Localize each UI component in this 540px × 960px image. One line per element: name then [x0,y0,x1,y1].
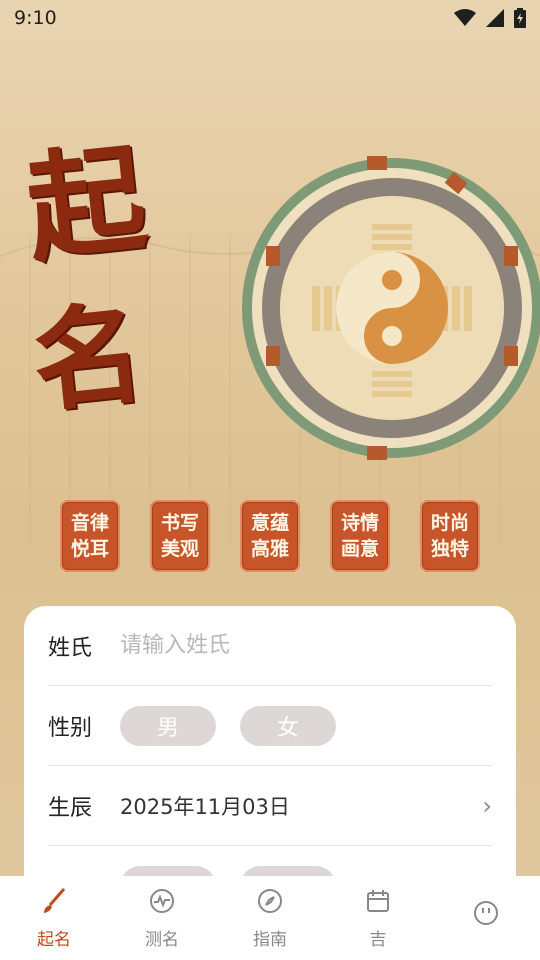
birth-date-value[interactable]: 2025年11月03日 [120,791,290,821]
tab-label: 测名 [145,929,179,950]
naming-form-card: 姓氏 性别 男 女 生辰 2025年11月03日 › [24,606,516,906]
signal-icon [486,9,504,27]
bagua-yinyang-emblem [242,156,540,460]
tab-profile[interactable] [432,899,540,937]
pulse-chart-icon [148,887,176,919]
title-char-qi: 起 [20,128,153,279]
feature-badge: 诗情 画意 [330,500,390,572]
feature-line: 悦耳 [70,538,109,560]
battery-charging-icon [514,8,526,28]
feature-line: 书写 [160,512,199,534]
feature-badges: 音律 悦耳 书写 美观 意蕴 高雅 诗情 画意 时尚 独特 [60,500,480,572]
tab-lucky[interactable]: 吉 [324,887,432,950]
tab-label: 起名 [37,929,71,950]
gender-row: 性别 男 女 [48,686,492,766]
tab-guide[interactable]: 指南 [216,887,324,950]
tab-naming[interactable]: 起名 [0,887,108,950]
bottom-tab-bar: 起名 测名 指南 吉 [0,876,540,960]
feature-line: 画意 [340,538,379,560]
feature-line: 意蕴 [250,512,289,534]
surname-label: 姓氏 [48,635,93,661]
feature-line: 美观 [160,538,199,560]
profile-icon [472,899,500,931]
status-icons [454,8,526,28]
feature-line: 诗情 [340,512,379,534]
feature-line: 时尚 [430,512,469,534]
compass-icon [256,887,284,919]
tab-label: 吉 [369,929,387,950]
status-time: 9:10 [14,7,57,29]
hero-banner: 起 名 音律 悦耳 书写 美观 意蕴 高雅 诗情 画意 时尚 独特 [0,36,540,596]
status-bar: 9:10 [0,0,540,36]
wifi-icon [454,9,476,27]
feature-line: 音律 [70,512,109,534]
surname-row: 姓氏 [48,606,492,686]
calendar-icon [364,887,392,919]
feature-badge: 时尚 独特 [420,500,480,572]
birth-label: 生辰 [48,795,93,821]
tab-label: 指南 [253,929,287,950]
title-char-ming: 名 [26,287,150,428]
tab-name-test[interactable]: 测名 [108,887,216,950]
gender-male-button[interactable]: 男 [120,705,216,746]
feature-badge: 书写 美观 [150,500,210,572]
birth-row[interactable]: 生辰 2025年11月03日 › [48,766,492,846]
gender-label: 性别 [48,715,93,741]
brush-icon [40,887,68,919]
chevron-right-icon: › [482,791,492,820]
surname-input[interactable] [120,633,460,658]
feature-line: 高雅 [250,538,289,560]
feature-line: 独特 [430,538,469,560]
gender-female-button[interactable]: 女 [240,705,336,746]
feature-badge: 音律 悦耳 [60,500,120,572]
feature-badge: 意蕴 高雅 [240,500,300,572]
